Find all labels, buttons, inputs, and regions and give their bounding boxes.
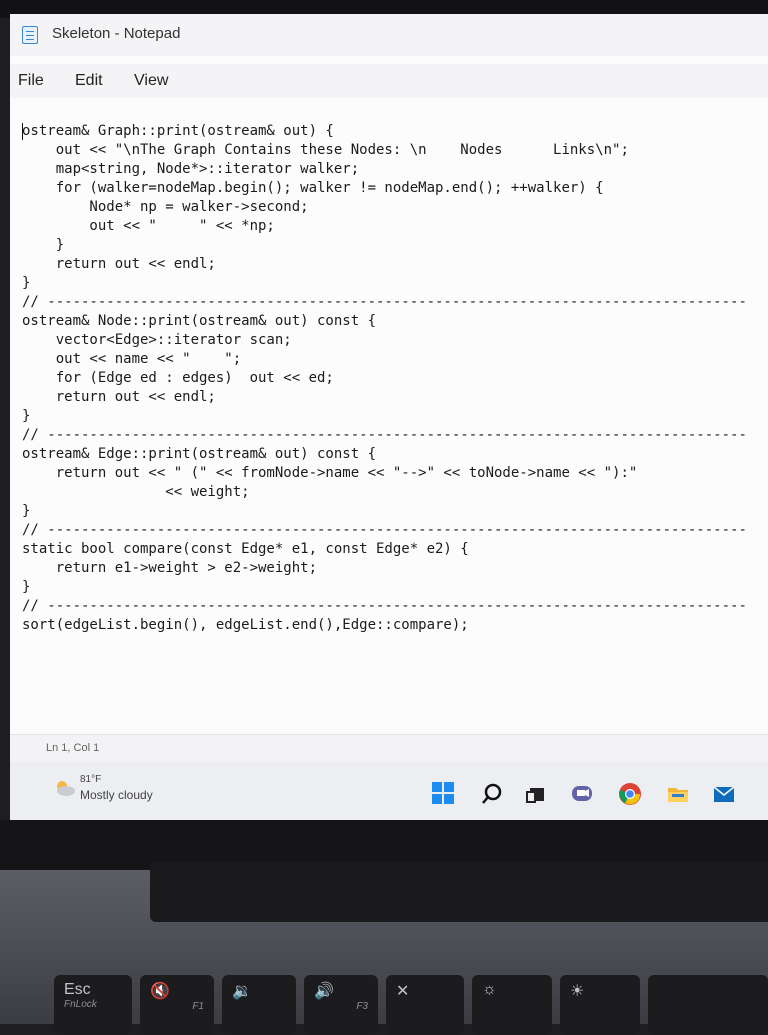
status-bar: Ln 1, Col 1 <box>10 734 768 763</box>
f1-key-label: F1 <box>192 1001 204 1012</box>
cursor-position: Ln 1, Col 1 <box>46 742 100 754</box>
title-bar[interactable]: Skeleton - Notepad <box>10 14 768 56</box>
brightness-up-icon: ☀ <box>570 983 585 1000</box>
cloud-sun-icon[interactable] <box>50 778 80 798</box>
speaker-mute-icon: 🔇 <box>150 983 170 1000</box>
hinge-bar <box>150 862 768 922</box>
search-icon[interactable] <box>480 782 504 806</box>
file-explorer-icon[interactable] <box>666 782 690 806</box>
brightness-down-icon: ☼ <box>482 981 497 998</box>
windows-start-icon[interactable] <box>432 782 454 804</box>
mic-mute-icon: ✕ <box>396 983 410 1000</box>
volume-up-icon: 🔊 <box>314 983 334 1000</box>
esc-key-label: Esc <box>64 981 91 998</box>
volume-down-key[interactable]: 🔉 <box>222 975 296 1035</box>
fnlock-key-label: FnLock <box>64 999 97 1010</box>
text-editor[interactable]: ostream& Graph::print(ostream& out) { ou… <box>10 106 768 726</box>
teams-chat-icon[interactable] <box>570 782 594 806</box>
volume-up-key[interactable]: 🔊 F3 <box>304 975 378 1035</box>
esc-key[interactable]: Esc FnLock <box>54 975 132 1035</box>
weather-description[interactable]: Mostly cloudy <box>80 788 153 802</box>
notepad-icon <box>22 26 38 44</box>
menu-edit[interactable]: Edit <box>73 70 105 92</box>
task-view-icon[interactable] <box>524 782 548 806</box>
mic-mute-key[interactable]: ✕ <box>386 975 464 1035</box>
editor-content[interactable]: ostream& Graph::print(ostream& out) { ou… <box>22 122 747 635</box>
mail-icon[interactable] <box>712 782 736 806</box>
menu-view[interactable]: View <box>132 70 170 92</box>
weather-temperature[interactable]: 81°F <box>80 774 101 785</box>
taskbar: 81°F Mostly cloudy <box>10 762 768 820</box>
notepad-window: Skeleton - Notepad File Edit View ostrea… <box>10 14 768 734</box>
brightness-down-key[interactable]: ☼ <box>472 975 552 1035</box>
f3-key-label: F3 <box>356 1001 368 1012</box>
menu-file[interactable]: File <box>16 70 46 92</box>
brightness-up-key[interactable]: ☀ <box>560 975 640 1035</box>
volume-down-icon: 🔉 <box>232 983 252 1000</box>
chrome-icon[interactable] <box>618 782 642 806</box>
function-key[interactable] <box>648 975 768 1035</box>
window-title: Skeleton - Notepad <box>52 25 181 42</box>
f1-mute-key[interactable]: 🔇 F1 <box>140 975 214 1035</box>
menu-bar: File Edit View <box>10 64 768 98</box>
